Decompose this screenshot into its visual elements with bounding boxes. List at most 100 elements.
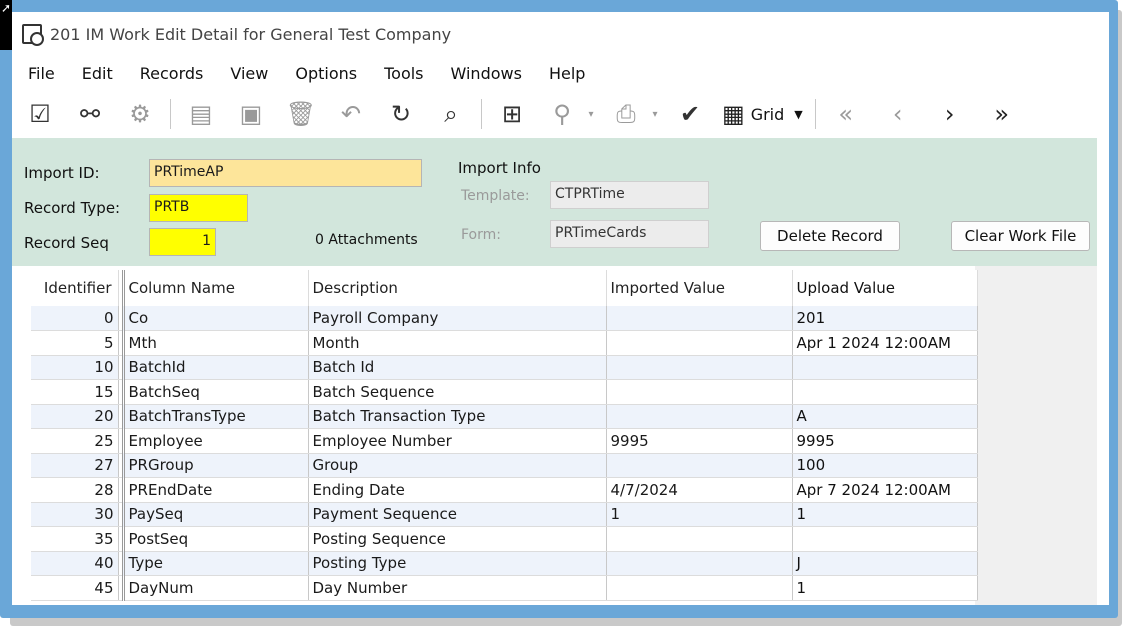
cell-column-name[interactable]: Co xyxy=(123,306,309,331)
menu-tools[interactable]: Tools xyxy=(384,64,423,83)
settings-gear-icon[interactable]: ⚙ xyxy=(122,96,158,132)
import-id-field[interactable]: PRTimeAP xyxy=(149,159,422,187)
cell-upload-value[interactable]: 9995 xyxy=(792,428,978,454)
grid-view-dropdown[interactable]: ▦ Grid ▼ xyxy=(722,100,803,128)
cell-column-name[interactable]: Type xyxy=(123,551,309,576)
print-dropdown-icon[interactable]: ▾ xyxy=(646,96,664,132)
menu-edit[interactable]: Edit xyxy=(82,64,113,83)
cell-identifier[interactable]: 30 xyxy=(31,502,119,527)
cell-imported-value[interactable] xyxy=(606,453,793,478)
delete-trash-icon[interactable]: 🗑 xyxy=(283,96,319,132)
cell-identifier[interactable]: 45 xyxy=(31,575,119,601)
refresh-icon[interactable]: ↻ xyxy=(383,96,419,132)
table-row[interactable]: 5 Mth Month Apr 1 2024 12:00AM xyxy=(31,330,978,356)
cell-description[interactable]: Posting Type xyxy=(308,551,607,576)
cell-imported-value[interactable] xyxy=(606,379,793,405)
undo-icon[interactable]: ↶ xyxy=(333,96,369,132)
cell-upload-value[interactable]: 100 xyxy=(792,453,978,478)
column-header-upload-value[interactable]: Upload Value xyxy=(792,270,978,306)
delete-record-button[interactable]: Delete Record xyxy=(760,221,900,251)
cell-imported-value[interactable] xyxy=(606,306,793,331)
cell-imported-value[interactable] xyxy=(606,330,793,356)
record-type-field[interactable]: PRTB xyxy=(149,194,248,222)
cell-identifier[interactable]: 5 xyxy=(31,330,119,356)
menu-file[interactable]: File xyxy=(28,64,55,83)
save-icon[interactable]: ▣ xyxy=(233,96,269,132)
cell-upload-value[interactable]: J xyxy=(792,551,978,576)
menu-records[interactable]: Records xyxy=(140,64,204,83)
cell-description[interactable]: Day Number xyxy=(308,575,607,601)
cell-description[interactable]: Payment Sequence xyxy=(308,502,607,527)
table-row[interactable]: 30 PaySeq Payment Sequence 1 1 xyxy=(31,502,978,527)
cell-column-name[interactable]: BatchSeq xyxy=(123,379,309,405)
table-row[interactable]: 40 Type Posting Type J xyxy=(31,551,978,576)
cell-description[interactable]: Payroll Company xyxy=(308,306,607,331)
cell-identifier[interactable]: 15 xyxy=(31,379,119,405)
cell-upload-value[interactable]: 201 xyxy=(792,306,978,331)
cell-imported-value[interactable]: 1 xyxy=(606,502,793,527)
table-row[interactable]: 28 PREndDate Ending Date 4/7/2024 Apr 7 2024… xyxy=(31,477,978,503)
table-row[interactable]: 25 Employee Employee Number 9995 9995 xyxy=(31,428,978,454)
cell-identifier[interactable]: 27 xyxy=(31,453,119,478)
cell-column-name[interactable]: Employee xyxy=(123,428,309,454)
spell-check-icon[interactable]: ✔ xyxy=(672,96,708,132)
menu-help[interactable]: Help xyxy=(549,64,585,83)
cell-column-name[interactable]: PRGroup xyxy=(123,453,309,478)
calculator-icon[interactable]: ⊞ xyxy=(494,96,530,132)
cell-column-name[interactable]: PostSeq xyxy=(123,526,309,552)
cell-imported-value[interactable] xyxy=(606,526,793,552)
cell-column-name[interactable]: PREndDate xyxy=(123,477,309,503)
table-row[interactable]: 20 BatchTransType Batch Transaction Type A xyxy=(31,404,978,429)
table-row[interactable]: 27 PRGroup Group 100 xyxy=(31,453,978,478)
clear-work-file-button[interactable]: Clear Work File xyxy=(951,221,1090,251)
cell-column-name[interactable]: BatchTransType xyxy=(123,404,309,429)
cell-column-name[interactable]: DayNum xyxy=(123,575,309,601)
cell-imported-value[interactable]: 4/7/2024 xyxy=(606,477,793,503)
cell-identifier[interactable]: 25 xyxy=(31,428,119,454)
cell-upload-value[interactable] xyxy=(792,355,978,380)
table-row[interactable]: 10 BatchId Batch Id xyxy=(31,355,978,380)
table-row[interactable]: 35 PostSeq Posting Sequence xyxy=(31,526,978,552)
cell-description[interactable]: Batch Transaction Type xyxy=(308,404,607,429)
column-header-description[interactable]: Description xyxy=(308,270,607,306)
menu-windows[interactable]: Windows xyxy=(451,64,522,83)
cell-description[interactable]: Batch Sequence xyxy=(308,379,607,405)
cell-identifier[interactable]: 35 xyxy=(31,526,119,552)
attachment-dropdown-icon[interactable]: ▾ xyxy=(582,96,600,132)
cell-column-name[interactable]: BatchId xyxy=(123,355,309,380)
binoculars-icon[interactable]: ⚯ xyxy=(72,96,108,132)
edit-check-icon[interactable]: ☑ xyxy=(22,96,58,132)
cell-upload-value[interactable]: 1 xyxy=(792,502,978,527)
new-document-icon[interactable]: ▤ xyxy=(183,96,219,132)
column-header-identifier[interactable]: Identifier xyxy=(31,270,119,306)
cell-upload-value[interactable]: Apr 1 2024 12:00AM xyxy=(792,330,978,356)
next-record-icon[interactable]: › xyxy=(932,96,968,132)
table-row[interactable]: 0 Co Payroll Company 201 xyxy=(31,306,978,331)
cell-description[interactable]: Batch Id xyxy=(308,355,607,380)
cell-description[interactable]: Posting Sequence xyxy=(308,526,607,552)
cell-imported-value[interactable] xyxy=(606,355,793,380)
menu-view[interactable]: View xyxy=(230,64,268,83)
search-icon[interactable]: ⌕ xyxy=(433,96,469,132)
last-record-icon[interactable]: » xyxy=(984,96,1020,132)
previous-record-icon[interactable]: ‹ xyxy=(880,96,916,132)
cell-column-name[interactable]: Mth xyxy=(123,330,309,356)
cell-description[interactable]: Group xyxy=(308,453,607,478)
first-record-icon[interactable]: « xyxy=(828,96,864,132)
cell-description[interactable]: Employee Number xyxy=(308,428,607,454)
cell-upload-value[interactable] xyxy=(792,379,978,405)
cell-description[interactable]: Ending Date xyxy=(308,477,607,503)
cell-column-name[interactable]: PaySeq xyxy=(123,502,309,527)
printer-icon[interactable]: ⎙ xyxy=(608,96,644,132)
cell-identifier[interactable]: 10 xyxy=(31,355,119,380)
cell-identifier[interactable]: 40 xyxy=(31,551,119,576)
cell-upload-value[interactable] xyxy=(792,526,978,552)
cell-identifier[interactable]: 0 xyxy=(31,306,119,331)
table-row[interactable]: 15 BatchSeq Batch Sequence xyxy=(31,379,978,405)
cell-imported-value[interactable] xyxy=(606,575,793,601)
cell-imported-value[interactable] xyxy=(606,551,793,576)
cell-identifier[interactable]: 28 xyxy=(31,477,119,503)
cell-description[interactable]: Month xyxy=(308,330,607,356)
record-seq-field[interactable]: 1 xyxy=(149,228,216,256)
cell-identifier[interactable]: 20 xyxy=(31,404,119,429)
